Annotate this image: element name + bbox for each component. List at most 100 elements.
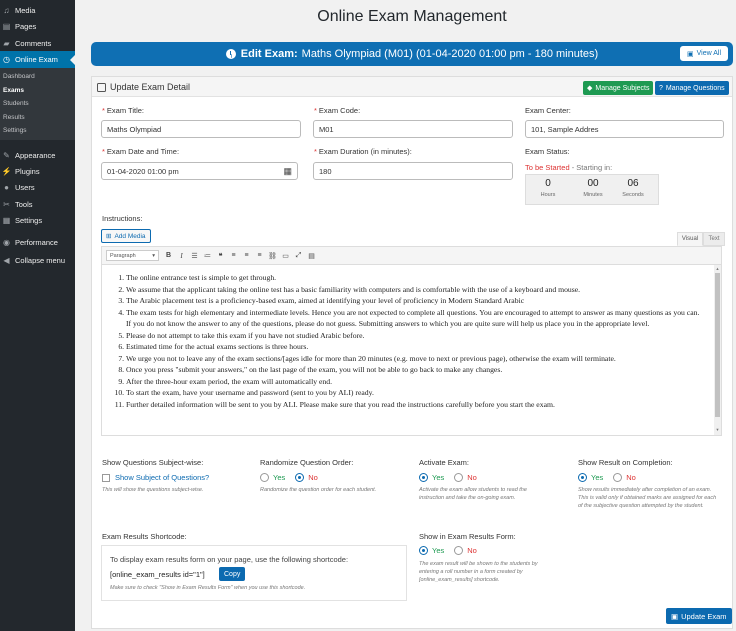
paragraph-select[interactable]: Paragraph ▾ [106,250,159,261]
calendar-icon[interactable]: ▦ [283,166,292,177]
exam-status-value: To be Started - Starting in: [525,163,613,172]
bullet-list-icon[interactable]: ☰ [189,250,200,261]
randomize-radio-group: Yes No [260,473,318,482]
exam-code-label: * Exam Code: [314,106,361,115]
toolbar-toggle-icon[interactable]: ▤ [306,250,317,261]
results-form-yes-radio[interactable] [419,546,428,555]
appearance-icon: ✎ [3,150,10,160]
sidebar-item-collapse[interactable]: ◀ Collapse menu [0,252,75,268]
submenu-results[interactable]: Results [3,114,25,121]
list-item: We urge you not to leave any of the exam… [126,353,702,365]
show-result-radio-group: Yes No [578,473,636,482]
shortcode-box: To display exam results form on your pag… [101,545,407,601]
tab-text[interactable]: Text [703,232,725,246]
activate-no-radio[interactable] [454,473,464,482]
activate-help: Activate the exam allow students to read… [419,487,527,501]
show-result-no-radio[interactable] [613,473,623,482]
exam-date-input[interactable]: 01-04-2020 01:00 pm ▦ [101,162,298,180]
instructions-list: The online entrance test is simple to ge… [102,272,702,410]
plugins-icon: ⚡ [1,166,12,176]
exam-center-input[interactable]: 101, Sample Addres [525,120,724,138]
subject-wise-option[interactable]: Show Subject of Questions? [102,473,209,482]
edit-exam-prefix: Edit Exam: [240,48,298,60]
list-item: Please do not attempt to take this exam … [126,330,702,342]
comments-icon: ▰ [3,38,10,48]
randomize-label: Randomize Question Order: [260,458,354,467]
edit-square-icon [97,82,106,92]
sidebar-item-appearance[interactable]: ✎ Appearance [0,147,75,163]
update-exam-button[interactable]: ▣ Update Exam [666,608,732,624]
bold-icon[interactable]: B [163,250,174,261]
activate-label: Activate Exam: [419,458,470,467]
add-media-button[interactable]: ⊞ Add Media [101,229,151,243]
exam-duration-input[interactable]: 180 [313,162,513,180]
sidebar-item-comments[interactable]: ▰ Comments [0,35,75,51]
link-icon[interactable]: ⛓ [267,250,278,261]
sidebar-item-tools[interactable]: ✂ Tools [0,196,75,212]
add-media-icon: ⊞ [106,233,112,240]
sidebar-item-plugins[interactable]: ⚡ Plugins [0,163,75,179]
panel-header: Update Exam Detail ◆ Manage Subjects ? M… [92,77,732,97]
admin-sidebar: ♫ Media ▤ Pages ▰ Comments ◷ Online Exam Das… [0,0,75,631]
italic-icon[interactable]: I [176,250,187,261]
copy-button[interactable]: Copy [219,567,246,581]
randomize-no-radio[interactable] [295,473,305,482]
list-item: Once you press "submit your answers," on… [126,364,702,376]
pages-icon: ▤ [2,21,11,31]
settings-icon: ▦ [2,215,11,225]
sidebar-item-settings[interactable]: ▦ Settings [0,212,75,228]
users-icon: ● [4,182,9,192]
panel-title: Update Exam Detail [97,82,190,92]
sidebar-item-online-exam[interactable]: ◷ Online Exam [0,51,75,68]
scroll-down-icon[interactable]: ▼ [715,427,720,432]
manage-subjects-button[interactable]: ◆ Manage Subjects [583,81,654,95]
submenu-dashboard[interactable]: Dashboard [3,73,35,80]
manage-questions-button[interactable]: ? Manage Questions [655,81,729,95]
align-right-icon[interactable]: ≡ [254,250,265,261]
view-all-button[interactable]: ▣ View All [679,46,728,61]
tag-icon: ◆ [587,85,593,92]
exam-title-input[interactable]: Maths Olympiad [101,120,301,138]
subject-wise-help: This will show the questions subject-wis… [102,487,204,493]
activate-yes-radio[interactable] [419,473,428,482]
performance-icon: ◉ [3,237,10,247]
list-item: The online entrance test is simple to ge… [126,272,702,284]
chevron-down-icon: ▾ [152,252,155,259]
sidebar-item-users[interactable]: ● Users [0,179,75,195]
randomize-yes-radio[interactable] [260,473,269,482]
read-more-icon[interactable]: ▭ [280,250,291,261]
show-result-yes-radio[interactable] [578,473,587,482]
scroll-up-icon[interactable]: ▲ [715,266,720,271]
edit-exam-header: Edit Exam: Maths Olympiad (M01) (01-04-2… [91,42,733,66]
submenu-exams[interactable]: Exams [3,87,24,94]
editor-scrollbar[interactable]: ▲ ▼ [714,265,721,435]
shortcode-intro: To display exam results form on your pag… [110,555,349,564]
submenu-settings[interactable]: Settings [3,127,27,134]
show-result-label: Show Result on Completion: [578,458,673,467]
subject-wise-checkbox[interactable] [102,473,110,482]
fullscreen-icon[interactable]: ⤢ [293,250,304,261]
sidebar-item-pages[interactable]: ▤ Pages [0,18,75,34]
instructions-editor[interactable]: The online entrance test is simple to ge… [101,264,722,436]
countdown-seconds: 06 Seconds [622,178,644,198]
align-center-icon[interactable]: ≡ [241,250,252,261]
instructions-label: Instructions: [102,214,143,223]
align-left-icon[interactable]: ≡ [228,250,239,261]
sidebar-item-performance[interactable]: ◉ Performance [0,234,75,250]
list-item: The exam tests for high elementary and i… [126,307,702,330]
tab-visual[interactable]: Visual [677,232,703,246]
online-exam-icon: ◷ [3,55,10,64]
submenu-students[interactable]: Students [3,100,29,107]
countdown-minutes: 00 Minutes [583,178,603,198]
results-form-no-radio[interactable] [454,546,464,555]
exam-code-input[interactable]: M01 [313,120,513,138]
randomize-help: Randomize the question order for each st… [260,487,377,493]
numbered-list-icon[interactable]: ≔ [202,250,213,261]
results-form-label: Show in Exam Results Form: [419,532,516,541]
shortcode-label: Exam Results Shortcode: [102,532,187,541]
sidebar-item-media[interactable]: ♫ Media [0,2,75,18]
scrollbar-thumb[interactable] [715,273,720,417]
online-exam-submenu: Dashboard Exams Students Results Setting… [0,68,75,140]
blockquote-icon[interactable]: ❝ [215,250,226,261]
exam-status-label: Exam Status: [525,147,570,156]
